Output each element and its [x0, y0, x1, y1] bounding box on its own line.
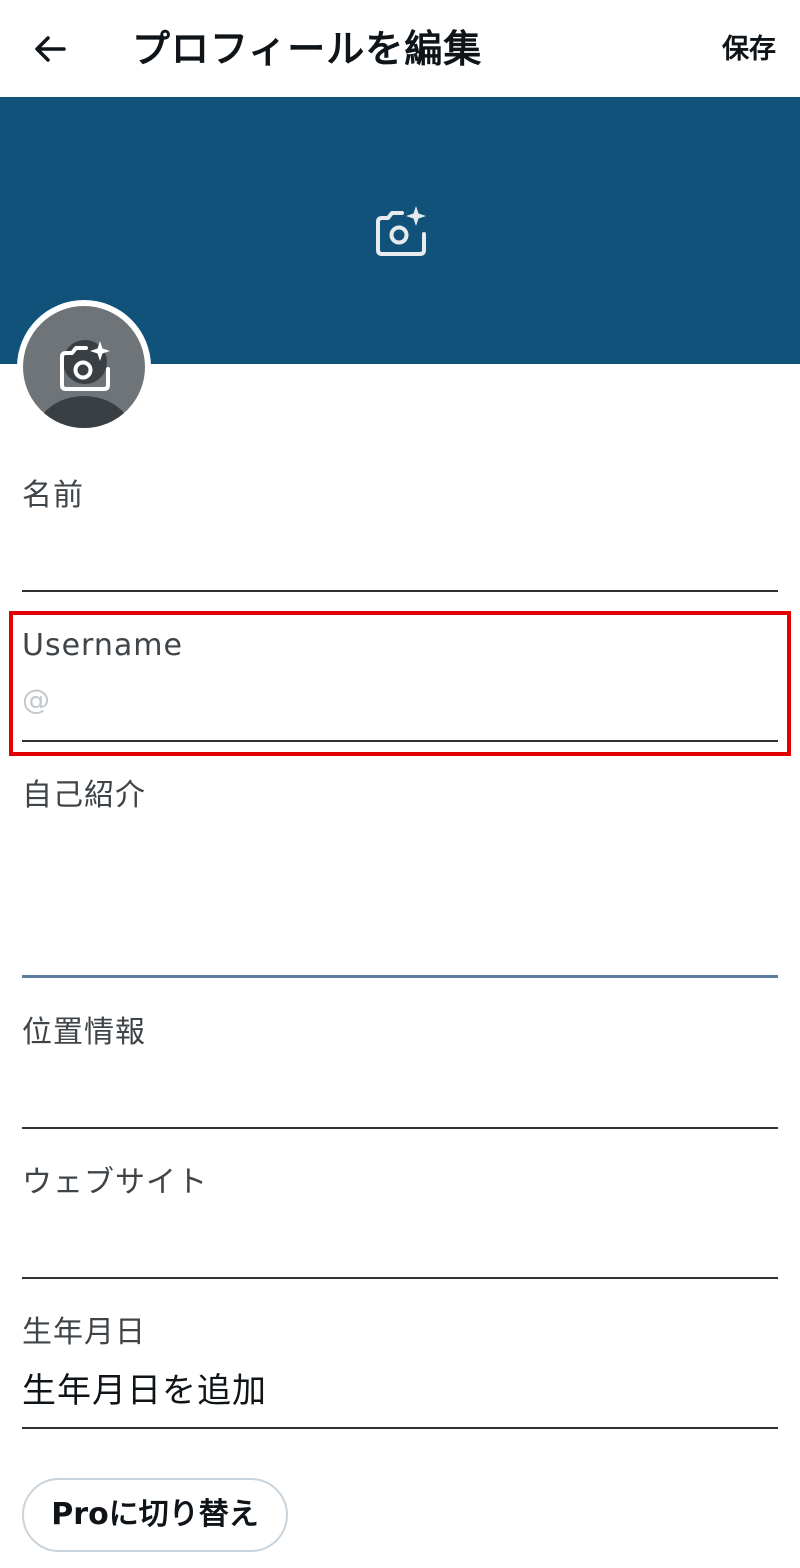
avatar-placeholder-body	[35, 396, 133, 428]
location-field[interactable]: 位置情報	[22, 1013, 778, 1133]
camera-add-icon	[376, 206, 426, 256]
website-label: ウェブサイト	[22, 1165, 208, 1200]
name-label: 名前	[22, 478, 84, 513]
switch-to-pro-button[interactable]: Proに切り替え	[22, 1478, 288, 1552]
birthday-label: 生年月日	[22, 1315, 146, 1350]
bio-field[interactable]: 自己紹介	[22, 776, 778, 982]
name-underline	[22, 590, 778, 592]
name-field[interactable]: 名前	[22, 476, 778, 596]
birthday-field[interactable]: 生年月日 生年月日を追加	[22, 1313, 778, 1433]
avatar[interactable]	[23, 306, 145, 428]
back-arrow-icon	[35, 36, 66, 62]
page-title: プロフィールを編集	[132, 27, 483, 71]
banner-camera-button[interactable]	[370, 202, 430, 262]
top-bar: プロフィールを編集 保存	[0, 0, 800, 97]
avatar-camera-button[interactable]	[54, 337, 114, 397]
back-button[interactable]	[26, 24, 76, 74]
camera-add-icon	[60, 341, 110, 391]
bio-underline	[22, 975, 778, 978]
website-field[interactable]: ウェブサイト	[22, 1163, 778, 1283]
highlight-box	[9, 611, 791, 756]
bio-label: 自己紹介	[22, 778, 146, 813]
birthday-underline	[22, 1427, 778, 1429]
website-underline	[22, 1277, 778, 1279]
avatar-frame	[17, 300, 151, 434]
location-label: 位置情報	[22, 1015, 146, 1050]
location-underline	[22, 1127, 778, 1129]
save-button[interactable]: 保存	[722, 30, 776, 70]
birthday-add-link[interactable]: 生年月日を追加	[22, 1371, 267, 1411]
